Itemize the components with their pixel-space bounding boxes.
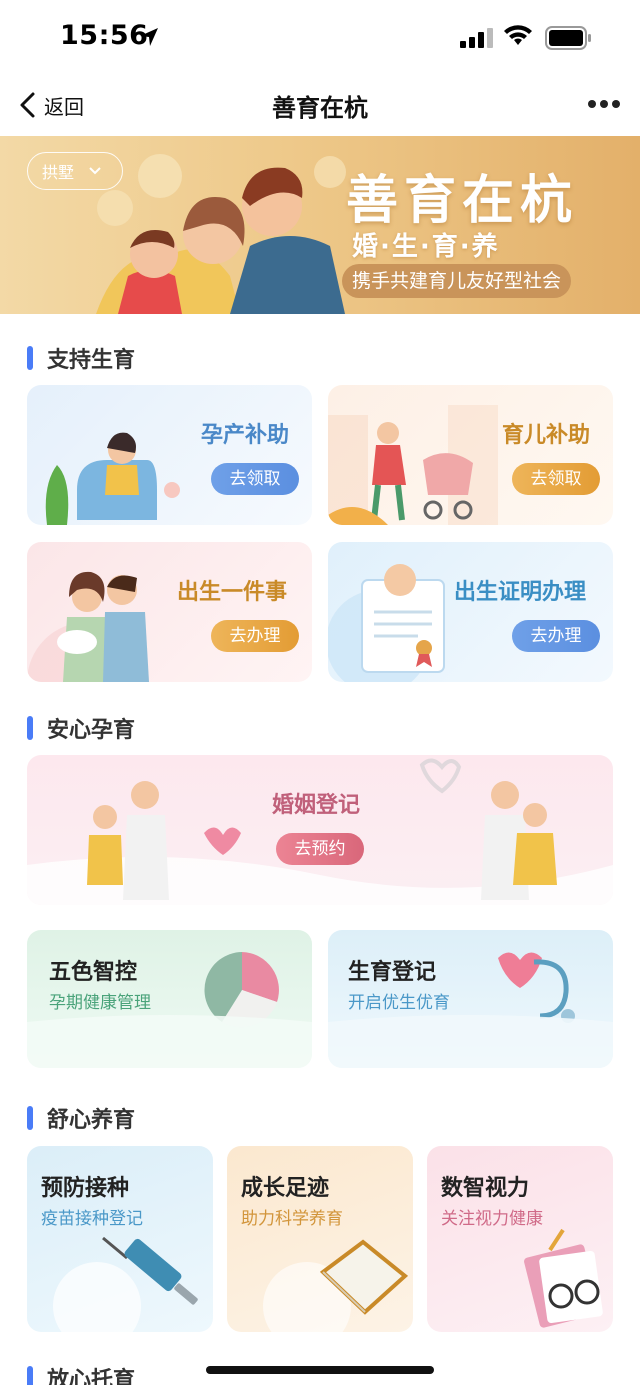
card-vaccination[interactable]: 预防接种 疫苗接种登记 <box>27 1146 213 1332</box>
section-header-daycare: 放心托育 <box>27 1362 135 1385</box>
chevron-down-icon <box>89 167 101 175</box>
more-options-icon[interactable] <box>586 92 622 116</box>
card-growth-track[interactable]: 成长足迹 助力科学养育 <box>227 1146 413 1332</box>
card-smart-vision[interactable]: 数智视力 关注视力健康 <box>427 1146 613 1332</box>
card-subtitle: 疫苗接种登记 <box>41 1209 143 1229</box>
card-five-color-control[interactable]: 五色智控 孕期健康管理 <box>27 930 312 1068</box>
battery-icon <box>545 26 591 50</box>
claim-button[interactable]: 去领取 <box>211 463 299 495</box>
card-subtitle: 孕期健康管理 <box>49 993 151 1013</box>
mother-stroller-illustration <box>328 405 498 525</box>
card-birth-registration[interactable]: 生育登记 开启优生优育 <box>328 930 613 1068</box>
section-header-pregnancy: 安心孕育 <box>27 712 135 744</box>
card-birth-certificate[interactable]: 出生证明办理 去办理 <box>328 542 613 682</box>
region-select[interactable]: 拱墅 <box>27 152 123 190</box>
card-title: 成长足迹 <box>241 1176 330 1201</box>
card-maternity-subsidy[interactable]: 孕产补助 去领取 <box>27 385 312 525</box>
section-title: 支持生育 <box>47 348 136 373</box>
mother-baby-illustration <box>45 432 180 525</box>
card-subtitle: 开启优生优育 <box>348 993 450 1013</box>
card-birth-matter[interactable]: 出生一件事 去办理 <box>27 542 312 682</box>
location-arrow-icon <box>140 28 158 46</box>
wifi-icon <box>504 25 532 45</box>
section-header-raising: 舒心养育 <box>27 1102 135 1134</box>
claim-button[interactable]: 去领取 <box>512 463 600 495</box>
section-accent-bar <box>27 1106 33 1130</box>
card-subtitle: 助力科学养育 <box>241 1209 343 1229</box>
handle-button[interactable]: 去办理 <box>512 620 600 652</box>
section-title: 舒心养育 <box>47 1108 136 1133</box>
card-title: 预防接种 <box>41 1176 130 1201</box>
couple-illustration <box>27 758 613 905</box>
region-label: 拱墅 <box>42 163 75 182</box>
page-title: 善育在杭 <box>272 94 368 122</box>
card-title: 五色智控 <box>49 960 138 985</box>
section-title: 放心托育 <box>47 1368 136 1385</box>
card-title: 数智视力 <box>441 1176 530 1201</box>
banner-subtitle: 婚·生·育·养 <box>352 232 500 262</box>
cellular-signal-icon <box>460 28 493 48</box>
parents-newborn-illustration <box>27 571 149 682</box>
certificate-illustration <box>328 564 445 682</box>
navigation-bar: 返回 善育在杭 <box>0 76 640 134</box>
card-title: 生育登记 <box>348 960 437 985</box>
section-accent-bar <box>27 1366 33 1385</box>
section-accent-bar <box>27 716 33 740</box>
status-time: 15:56 <box>60 20 149 51</box>
card-subtitle: 关注视力健康 <box>441 1209 543 1229</box>
banner-slogan: 携手共建育儿友好型社会 <box>342 264 572 298</box>
card-title: 育儿补助 <box>502 423 591 448</box>
card-title: 婚姻登记 <box>272 793 361 818</box>
home-indicator[interactable] <box>206 1366 434 1374</box>
hero-banner: 拱墅 善育在杭 婚·生·育·养 携手共建育儿友好型社会 <box>0 136 640 314</box>
card-title: 孕产补助 <box>201 423 290 448</box>
handle-button[interactable]: 去办理 <box>211 620 299 652</box>
card-title: 出生一件事 <box>177 580 288 605</box>
section-header-support: 支持生育 <box>27 342 135 374</box>
section-accent-bar <box>27 346 33 370</box>
card-title: 出生证明办理 <box>454 580 587 605</box>
status-bar: 15:56 <box>0 0 640 76</box>
book-appointment-button[interactable]: 去预约 <box>276 833 364 865</box>
section-title: 安心孕育 <box>47 718 136 743</box>
banner-title: 善育在杭 <box>346 171 579 231</box>
card-childcare-subsidy[interactable]: 育儿补助 去领取 <box>328 385 613 525</box>
card-marriage-registration[interactable]: 婚姻登记 去预约 <box>27 755 613 905</box>
